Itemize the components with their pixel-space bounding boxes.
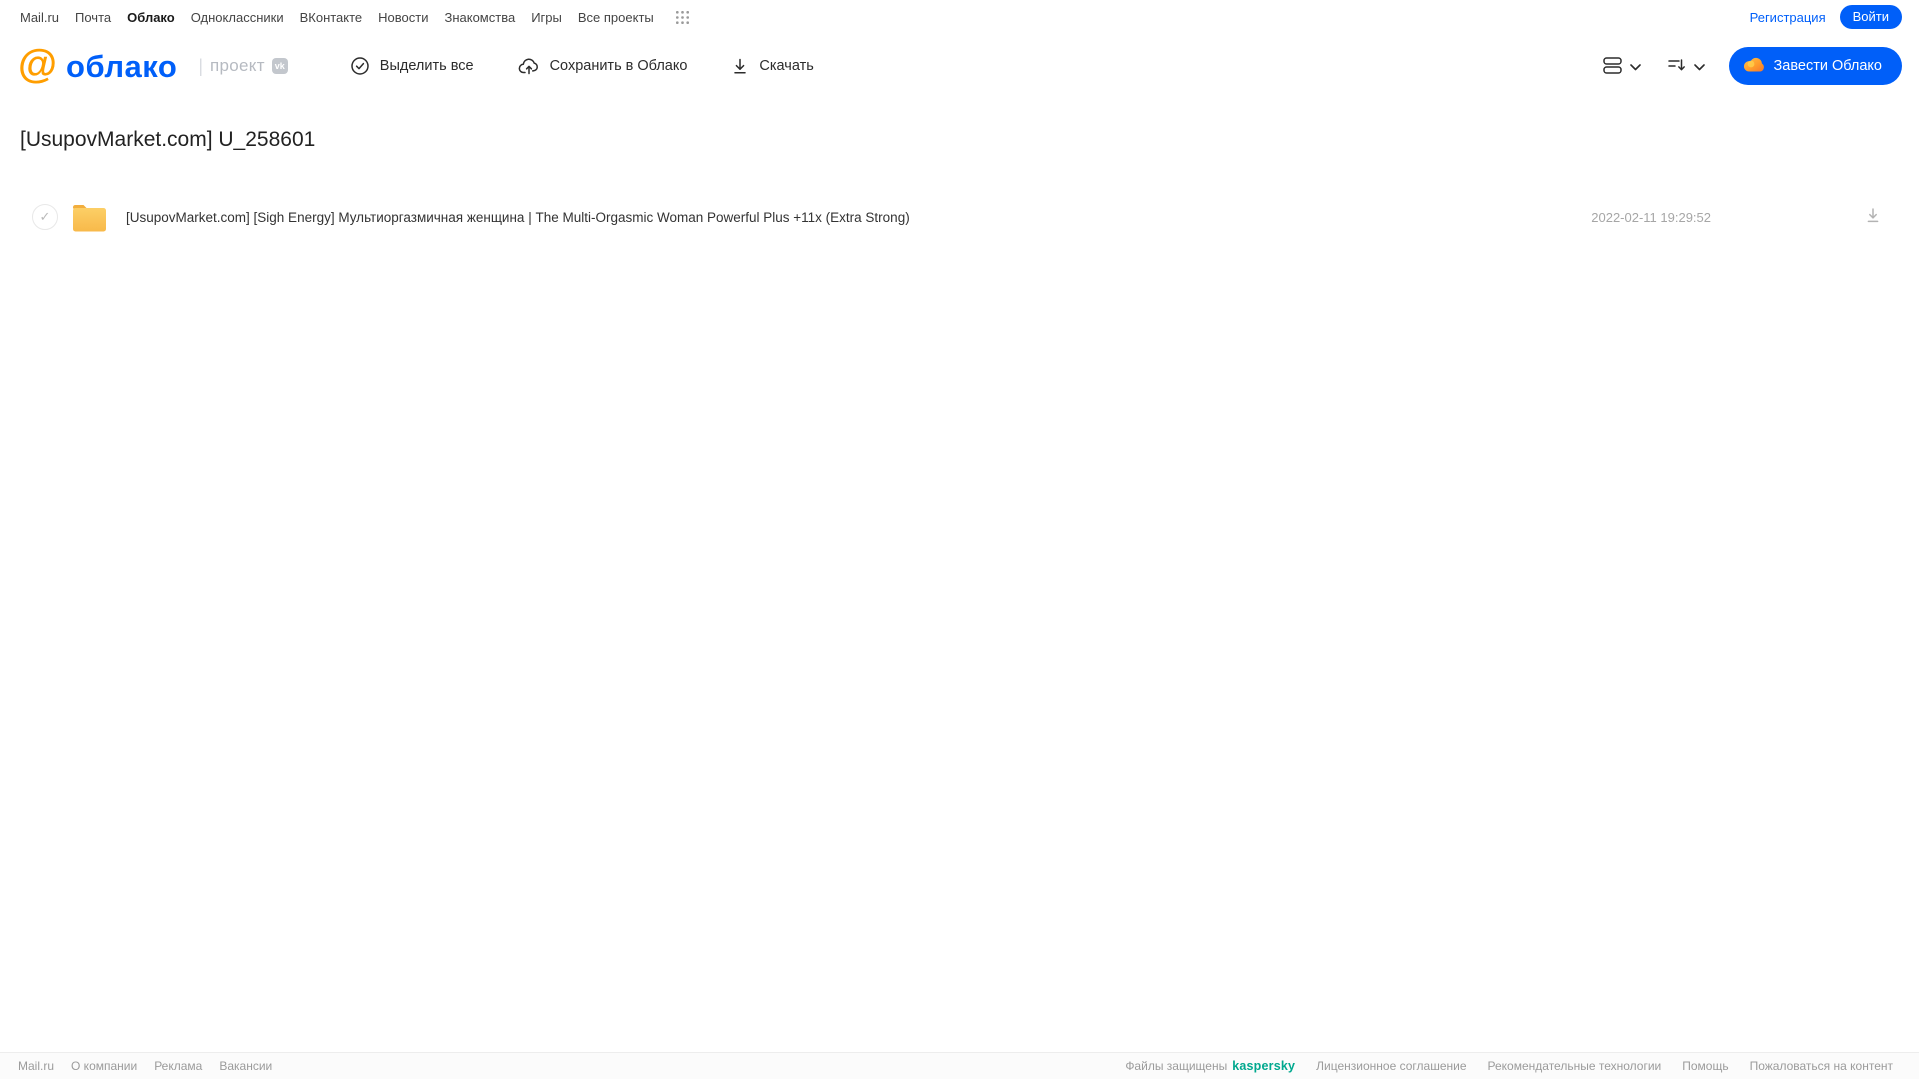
cloud-header: @ облако | проект vk Выделить все Сохран…: [0, 34, 1919, 98]
project-label: проект: [210, 56, 265, 75]
footer-link-help[interactable]: Помощь: [1682, 1059, 1728, 1073]
mailru-at-icon: @: [18, 42, 58, 86]
nav-item-znakomstva[interactable]: Знакомства: [444, 10, 515, 25]
project-divider: |: [198, 55, 203, 76]
cloud-logo[interactable]: @ облако | проект vk: [18, 42, 288, 86]
footer-link-recommendation-tech[interactable]: Рекомендательные технологии: [1488, 1059, 1662, 1073]
cloud-upload-icon: [518, 56, 540, 76]
project-tag: | проект vk: [198, 55, 288, 77]
footer-right-links: Файлы защищены kaspersky Лицензионное со…: [1125, 1059, 1893, 1073]
view-list-icon: [1602, 56, 1622, 77]
folder-icon[interactable]: [71, 202, 108, 233]
footer-link-report-content[interactable]: Пожаловаться на контент: [1750, 1059, 1893, 1073]
footer-left-links: Mail.ru О компании Реклама Вакансии: [18, 1059, 289, 1073]
cloud-logo-text: облако: [66, 48, 178, 84]
page-footer: Mail.ru О компании Реклама Вакансии Файл…: [0, 1052, 1919, 1079]
nav-item-mailru[interactable]: Mail.ru: [20, 10, 59, 25]
view-mode-dropdown[interactable]: [1602, 56, 1641, 77]
get-cloud-button[interactable]: Завести Облако: [1728, 47, 1902, 85]
check-circle-icon: [350, 56, 370, 76]
nav-item-igry[interactable]: Игры: [531, 10, 562, 25]
file-date: 2022-02-11 19:29:52: [1591, 209, 1711, 225]
nav-item-vkontakte[interactable]: ВКонтакте: [300, 10, 363, 25]
portal-navbar: Mail.ru Почта Облако Одноклассники ВКонт…: [0, 0, 1919, 34]
vk-badge-icon: vk: [271, 58, 288, 74]
download-button[interactable]: Скачать: [731, 57, 814, 76]
file-row[interactable]: ✓ [UsupovMarket.com] [Sigh Energy] Мульт…: [0, 192, 1919, 242]
footer-link-jobs[interactable]: Вакансии: [219, 1059, 272, 1073]
page-title: [UsupovMarket.com] U_258601: [20, 128, 316, 151]
header-right-controls: Завести Облако: [1602, 47, 1902, 85]
save-to-cloud-label: Сохранить в Облако: [549, 58, 688, 74]
nav-item-odnoklassniki[interactable]: Одноклассники: [191, 10, 284, 25]
protected-by-text: Файлы защищены: [1125, 1059, 1228, 1073]
download-label: Скачать: [759, 58, 814, 74]
chevron-down-icon: [1693, 59, 1705, 74]
apps-grid-icon[interactable]: [675, 10, 689, 24]
file-toolbar: Выделить все Сохранить в Облако Скачать: [350, 56, 814, 76]
protected-by: Файлы защищены kaspersky: [1125, 1059, 1295, 1073]
check-mark: ✓: [39, 209, 51, 224]
footer-link-mailru[interactable]: Mail.ru: [18, 1059, 54, 1073]
get-cloud-label: Завести Облако: [1773, 58, 1882, 74]
nav-item-novosti[interactable]: Новости: [378, 10, 428, 25]
row-checkbox[interactable]: ✓: [32, 204, 58, 230]
sort-dropdown[interactable]: [1667, 56, 1705, 77]
portal-nav-auth: Регистрация Войти: [1750, 5, 1902, 29]
sort-icon: [1667, 56, 1686, 77]
footer-link-ads[interactable]: Реклама: [154, 1059, 202, 1073]
portal-nav-links: Mail.ru Почта Облако Одноклассники ВКонт…: [20, 10, 689, 25]
kaspersky-logo[interactable]: kaspersky: [1232, 1059, 1295, 1073]
row-download-button[interactable]: [1865, 207, 1881, 227]
footer-link-license[interactable]: Лицензионное соглашение: [1316, 1059, 1466, 1073]
nav-item-pochta[interactable]: Почта: [75, 10, 111, 25]
login-button[interactable]: Войти: [1839, 5, 1902, 29]
arrow-down-icon: [1865, 207, 1881, 227]
select-all-label: Выделить все: [379, 58, 474, 74]
cloud-badge-icon: [1743, 55, 1765, 77]
registration-link[interactable]: Регистрация: [1750, 10, 1826, 25]
nav-item-oblako[interactable]: Облако: [127, 10, 175, 25]
footer-link-company[interactable]: О компании: [71, 1059, 137, 1073]
file-name-link[interactable]: [UsupovMarket.com] [Sigh Energy] Мультио…: [126, 210, 1591, 225]
select-all-button[interactable]: Выделить все: [350, 56, 474, 76]
nav-item-vse-proekty[interactable]: Все проекты: [578, 10, 654, 25]
chevron-down-icon: [1629, 59, 1641, 74]
save-to-cloud-button[interactable]: Сохранить в Облако: [518, 56, 688, 76]
download-icon: [731, 57, 749, 76]
